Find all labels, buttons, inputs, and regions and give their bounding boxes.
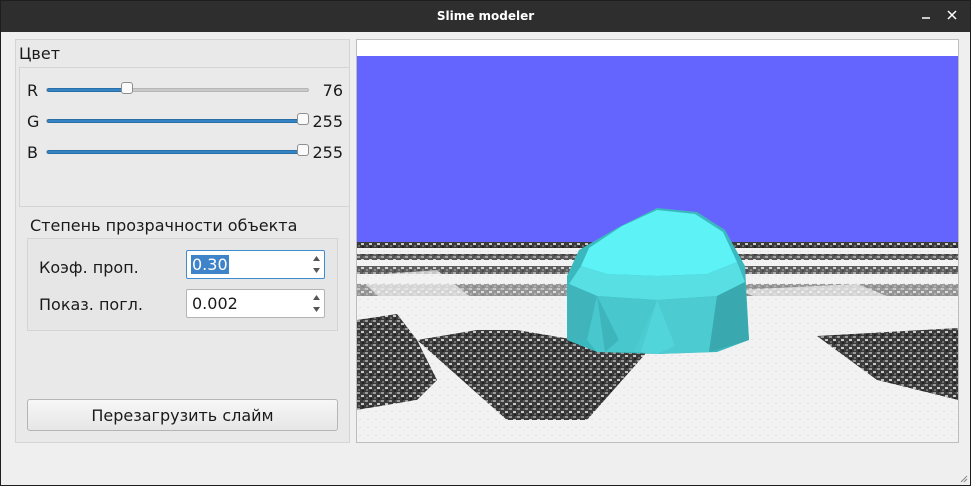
slider-g-label: G: [27, 112, 40, 131]
coef-increment-icon[interactable]: [311, 253, 322, 264]
slider-r-handle[interactable]: [121, 82, 133, 94]
color-group-title: Цвет: [19, 44, 61, 63]
absorption-label: Показ. погл.: [39, 295, 143, 314]
scene-top-strip: [357, 40, 958, 56]
slider-b-track[interactable]: [46, 150, 309, 154]
absorption-spinbox[interactable]: 0.002: [186, 289, 325, 318]
slider-g-fill: [47, 119, 304, 123]
app-window: Slime modeler Цвет R 76 G 255 B 255 Степ…: [0, 0, 971, 486]
coef-spin-buttons[interactable]: [311, 253, 322, 276]
slider-r-value: 76: [322, 81, 343, 100]
coef-decrement-icon[interactable]: [311, 265, 322, 276]
minimize-icon[interactable]: [918, 7, 934, 23]
slider-g-handle[interactable]: [297, 113, 309, 125]
slider-b-fill: [47, 150, 304, 154]
reload-slime-button[interactable]: Перезагрузить слайм: [27, 399, 338, 431]
slider-b-handle[interactable]: [297, 144, 309, 156]
window-title: Slime modeler: [436, 9, 535, 23]
slider-g-value: 255: [312, 112, 343, 131]
close-icon[interactable]: [944, 7, 960, 23]
3d-viewport[interactable]: [356, 39, 959, 443]
slider-b-label: B: [27, 143, 38, 162]
slider-r[interactable]: R 76: [27, 80, 343, 102]
absorption-spin-buttons[interactable]: [311, 292, 322, 315]
coef-label: Коэф. проп.: [39, 258, 139, 277]
slider-g-track[interactable]: [46, 119, 309, 123]
slider-b-value: 255: [312, 143, 343, 162]
absorption-increment-icon[interactable]: [311, 292, 322, 303]
slider-r-fill: [47, 88, 128, 92]
client-area: Цвет R 76 G 255 B 255 Степень прозрачнос…: [1, 32, 970, 485]
slider-b[interactable]: B 255: [27, 142, 343, 164]
absorption-decrement-icon[interactable]: [311, 304, 322, 315]
slider-g[interactable]: G 255: [27, 111, 343, 133]
slider-r-label: R: [27, 81, 39, 100]
transparency-group-title: Степень прозрачности объекта: [30, 216, 298, 235]
coef-spinbox[interactable]: 0.30: [186, 250, 325, 279]
slider-r-track[interactable]: [46, 88, 309, 92]
scene-canvas: [357, 40, 958, 442]
title-bar[interactable]: Slime modeler: [1, 1, 970, 32]
absorption-value[interactable]: 0.002: [191, 294, 239, 313]
resize-grip-icon[interactable]: [958, 473, 968, 483]
coef-value[interactable]: 0.30: [191, 255, 229, 274]
